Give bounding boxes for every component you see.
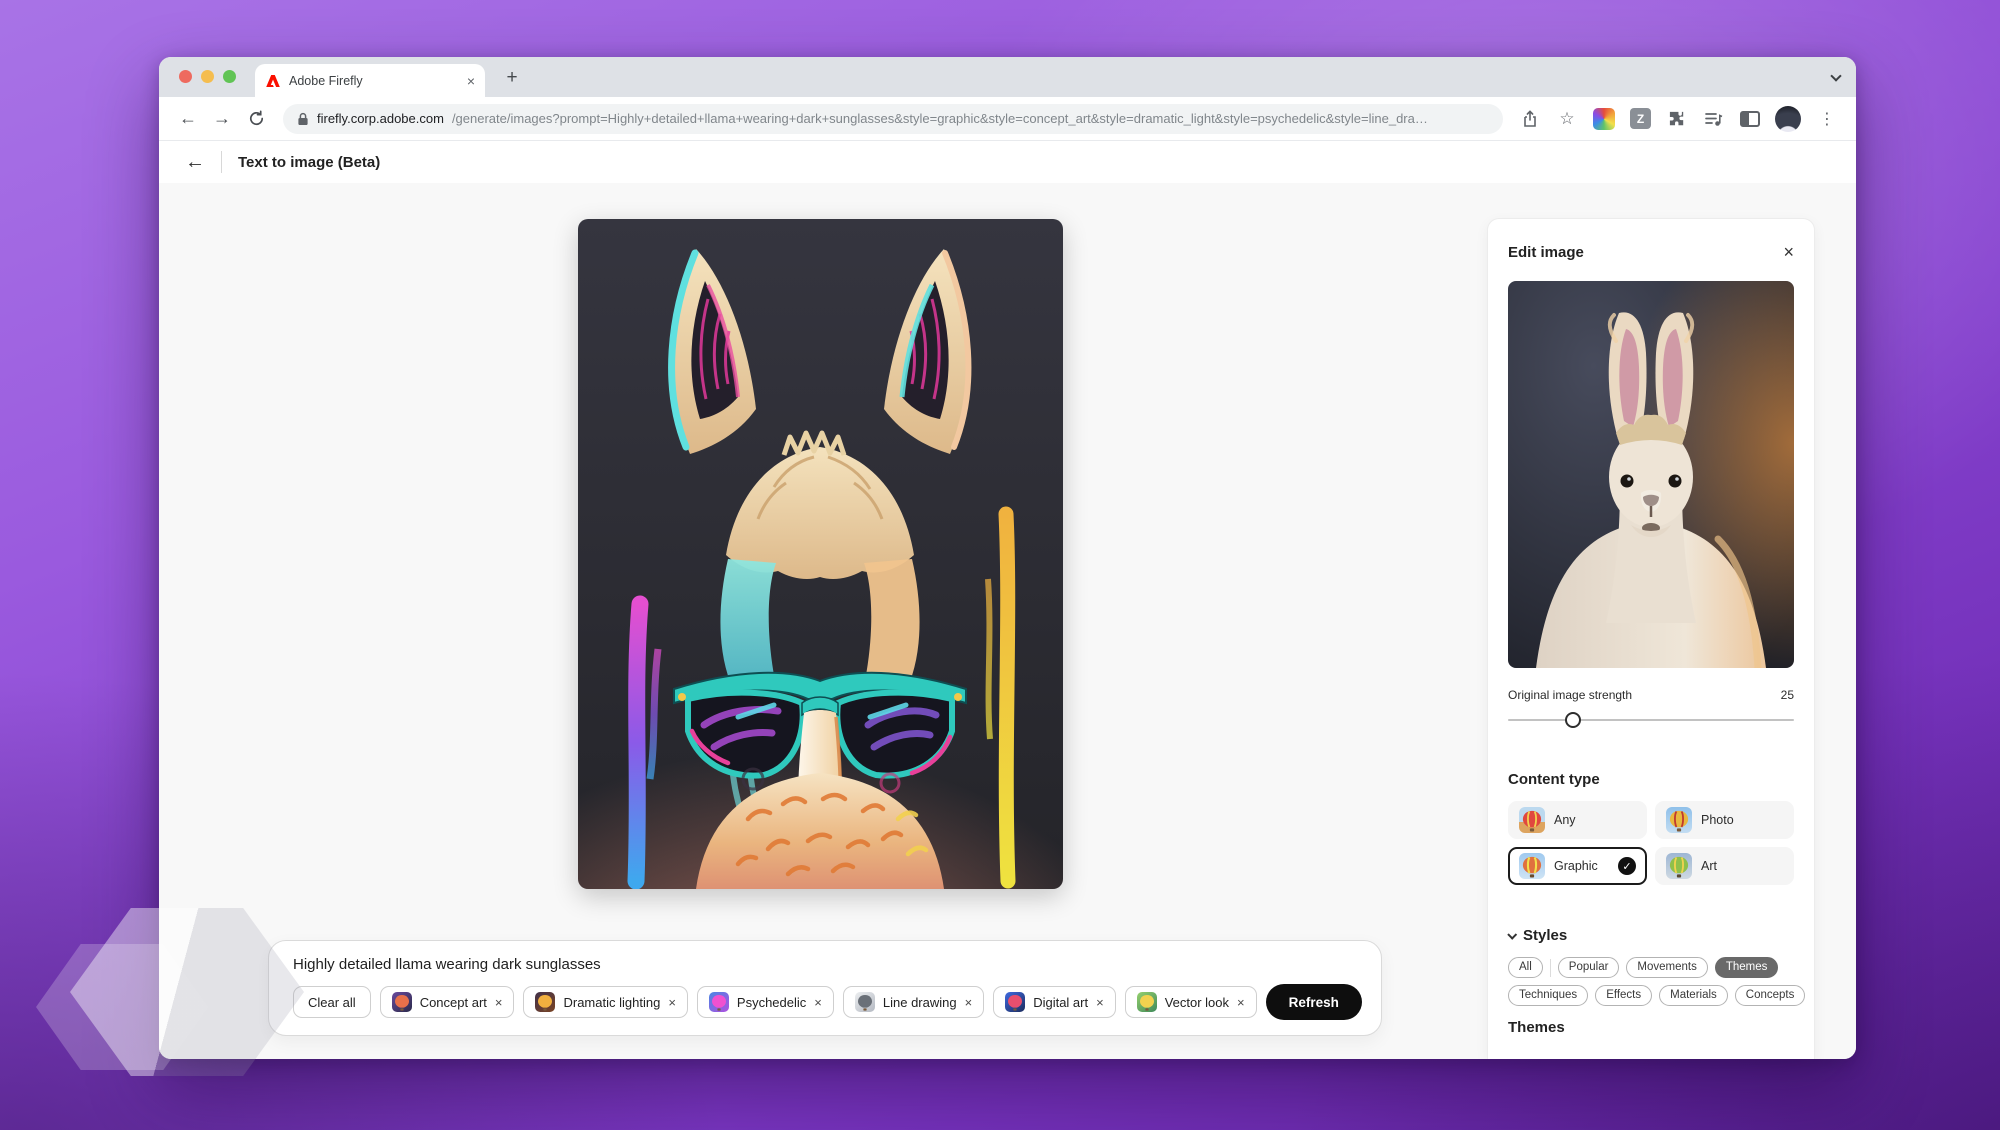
toolbar-icons: ☆ Z ⋮ bbox=[1515, 106, 1842, 132]
content-type-grid: Any Photo Graphic ✓ bbox=[1508, 801, 1794, 885]
style-thumb-icon bbox=[1137, 992, 1157, 1012]
content-type-photo[interactable]: Photo bbox=[1655, 801, 1794, 839]
z-extension-icon[interactable]: Z bbox=[1630, 108, 1651, 129]
style-chip-row: Clear all Concept art × Dramatic lightin… bbox=[293, 984, 1357, 1020]
new-tab-button[interactable]: + bbox=[499, 65, 525, 91]
content-type-any[interactable]: Any bbox=[1508, 801, 1647, 839]
profile-avatar[interactable] bbox=[1775, 106, 1801, 132]
page-header: ← Text to image (Beta) bbox=[159, 141, 1856, 183]
remove-icon[interactable]: × bbox=[1237, 996, 1245, 1009]
style-chip-psychedelic[interactable]: Psychedelic × bbox=[697, 986, 834, 1018]
clear-all-button[interactable]: Clear all bbox=[293, 986, 371, 1018]
original-image-thumbnail bbox=[1508, 281, 1794, 668]
share-icon[interactable] bbox=[1519, 108, 1541, 130]
themes-subheading: Themes bbox=[1508, 1019, 1794, 1036]
content-type-art[interactable]: Art bbox=[1655, 847, 1794, 885]
page-content: Edit image × bbox=[159, 183, 1856, 1059]
window-controls bbox=[179, 70, 236, 83]
refresh-button[interactable]: Refresh bbox=[1266, 984, 1362, 1020]
zoom-window-button[interactable] bbox=[223, 70, 236, 83]
strength-value: 25 bbox=[1781, 688, 1794, 702]
remove-icon[interactable]: × bbox=[495, 996, 503, 1009]
creative-cloud-extension-icon[interactable] bbox=[1593, 108, 1615, 130]
remove-icon[interactable]: × bbox=[814, 996, 822, 1009]
tab-title: Adobe Firefly bbox=[289, 74, 459, 88]
browser-forward-icon[interactable]: → bbox=[207, 104, 237, 134]
panel-title: Edit image bbox=[1508, 244, 1584, 261]
extensions-puzzle-icon[interactable] bbox=[1666, 108, 1688, 130]
prompt-bar: Highly detailed llama wearing dark sungl… bbox=[268, 940, 1382, 1036]
tab-close-icon[interactable]: × bbox=[467, 74, 475, 88]
generated-image[interactable] bbox=[578, 219, 1063, 889]
url-bar[interactable]: firefly.corp.adobe.com/generate/images?p… bbox=[283, 104, 1503, 134]
style-thumb-icon bbox=[535, 992, 555, 1012]
filter-movements[interactable]: Movements bbox=[1626, 957, 1707, 978]
filter-concepts[interactable]: Concepts bbox=[1735, 985, 1806, 1006]
filter-themes[interactable]: Themes bbox=[1715, 957, 1779, 978]
filter-divider bbox=[1550, 959, 1551, 977]
browser-window: Adobe Firefly × + ← → firefly.corp.adobe… bbox=[159, 57, 1856, 1059]
content-type-graphic[interactable]: Graphic ✓ bbox=[1508, 847, 1647, 885]
playlist-icon[interactable] bbox=[1703, 108, 1725, 130]
remove-icon[interactable]: × bbox=[1096, 996, 1104, 1009]
balloon-graphic-icon bbox=[1519, 853, 1545, 879]
slider-knob[interactable] bbox=[1565, 712, 1581, 728]
chevron-down-icon[interactable] bbox=[1507, 930, 1517, 940]
filter-effects[interactable]: Effects bbox=[1595, 985, 1652, 1006]
check-icon: ✓ bbox=[1618, 857, 1636, 875]
strength-slider[interactable] bbox=[1508, 711, 1794, 729]
balloon-any-icon bbox=[1519, 807, 1545, 833]
browser-toolbar: ← → firefly.corp.adobe.com/generate/imag… bbox=[159, 97, 1856, 141]
side-panel-icon[interactable] bbox=[1740, 111, 1760, 127]
content-type-heading: Content type bbox=[1508, 771, 1794, 788]
tab-strip: Adobe Firefly × + bbox=[159, 57, 1856, 97]
header-divider bbox=[221, 151, 222, 173]
minimize-window-button[interactable] bbox=[201, 70, 214, 83]
tab-search-chevron-icon[interactable] bbox=[1832, 67, 1840, 85]
reload-icon[interactable] bbox=[241, 104, 271, 134]
style-chip-vector-look[interactable]: Vector look × bbox=[1125, 986, 1257, 1018]
browser-back-icon[interactable]: ← bbox=[173, 104, 203, 134]
panel-close-icon[interactable]: × bbox=[1783, 243, 1794, 261]
balloon-art-icon bbox=[1666, 853, 1692, 879]
style-chip-concept-art[interactable]: Concept art × bbox=[380, 986, 515, 1018]
edit-image-panel: Edit image × bbox=[1487, 218, 1815, 1059]
url-domain: firefly.corp.adobe.com bbox=[317, 111, 444, 126]
balloon-photo-icon bbox=[1666, 807, 1692, 833]
style-thumb-icon bbox=[1005, 992, 1025, 1012]
filter-all[interactable]: All bbox=[1508, 957, 1543, 978]
filter-techniques[interactable]: Techniques bbox=[1508, 985, 1588, 1006]
style-chip-digital-art[interactable]: Digital art × bbox=[993, 986, 1116, 1018]
filter-materials[interactable]: Materials bbox=[1659, 985, 1728, 1006]
page-title: Text to image (Beta) bbox=[238, 154, 380, 171]
bookmark-star-icon[interactable]: ☆ bbox=[1556, 108, 1578, 130]
remove-icon[interactable]: × bbox=[965, 996, 973, 1009]
url-path: /generate/images?prompt=Highly+detailed+… bbox=[452, 111, 1428, 126]
close-window-button[interactable] bbox=[179, 70, 192, 83]
style-chip-dramatic-lighting[interactable]: Dramatic lighting × bbox=[523, 986, 687, 1018]
adobe-favicon-icon bbox=[265, 73, 281, 89]
style-filters: All Popular Movements Themes Techniques … bbox=[1508, 957, 1794, 1006]
slider-track[interactable] bbox=[1508, 719, 1794, 721]
remove-icon[interactable]: × bbox=[668, 996, 676, 1009]
filter-popular[interactable]: Popular bbox=[1558, 957, 1620, 978]
style-thumb-icon bbox=[392, 992, 412, 1012]
kebab-menu-icon[interactable]: ⋮ bbox=[1816, 108, 1838, 130]
style-chip-line-drawing[interactable]: Line drawing × bbox=[843, 986, 984, 1018]
style-thumb-icon bbox=[709, 992, 729, 1012]
tab-adobe-firefly[interactable]: Adobe Firefly × bbox=[255, 64, 485, 97]
prompt-input[interactable]: Highly detailed llama wearing dark sungl… bbox=[293, 956, 1357, 973]
styles-heading[interactable]: Styles bbox=[1523, 927, 1567, 944]
strength-label: Original image strength bbox=[1508, 688, 1632, 702]
page-back-icon[interactable]: ← bbox=[185, 151, 205, 174]
style-thumb-icon bbox=[855, 992, 875, 1012]
lock-icon bbox=[297, 112, 309, 126]
